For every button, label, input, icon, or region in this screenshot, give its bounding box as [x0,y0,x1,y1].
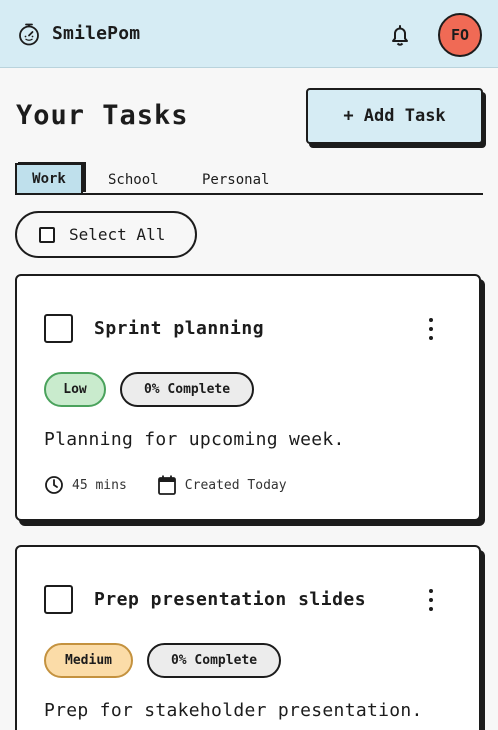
progress-badge: 0% Complete [147,643,281,678]
app-name: SmilePom [52,23,141,44]
calendar-icon [157,475,176,495]
clock-icon [45,476,63,494]
top-bar: SmilePom FO [0,0,498,68]
tab-school[interactable]: School [108,172,159,188]
tab-work[interactable]: Work [15,163,83,193]
task-meta: 45 mins Created Today [44,474,287,496]
task-checkbox[interactable] [44,314,73,343]
stopwatch-icon [16,21,42,47]
priority-badge: Low [44,372,106,407]
task-title: Sprint planning [94,318,265,339]
app-root: SmilePom FO Your Tasks + Add Task Work S… [0,0,498,730]
more-options-icon[interactable] [423,318,439,340]
select-all-button[interactable]: Select All [15,211,197,258]
tab-personal[interactable]: Personal [202,172,269,188]
progress-badge: 0% Complete [120,372,254,407]
task-duration: 45 mins [72,477,127,493]
task-card[interactable]: Prep presentation slides Medium 0% Compl… [15,545,481,730]
priority-badge: Medium [44,643,133,678]
select-all-label: Select All [69,225,166,244]
task-description: Planning for upcoming week. [44,429,345,450]
bell-icon[interactable] [387,22,413,48]
page-title: Your Tasks [16,100,189,131]
add-task-button[interactable]: + Add Task [306,88,483,144]
task-tabs: Work School Personal [15,163,483,195]
task-created: Created Today [184,477,287,493]
task-card[interactable]: Sprint planning Low 0% Complete Planning… [15,274,481,521]
more-options-icon[interactable] [423,589,439,611]
task-description: Prep for stakeholder presentation. [44,700,423,721]
select-all-checkbox[interactable] [39,226,55,243]
task-checkbox[interactable] [44,585,73,614]
avatar[interactable]: FO [438,13,482,57]
task-title: Prep presentation slides [94,589,367,610]
